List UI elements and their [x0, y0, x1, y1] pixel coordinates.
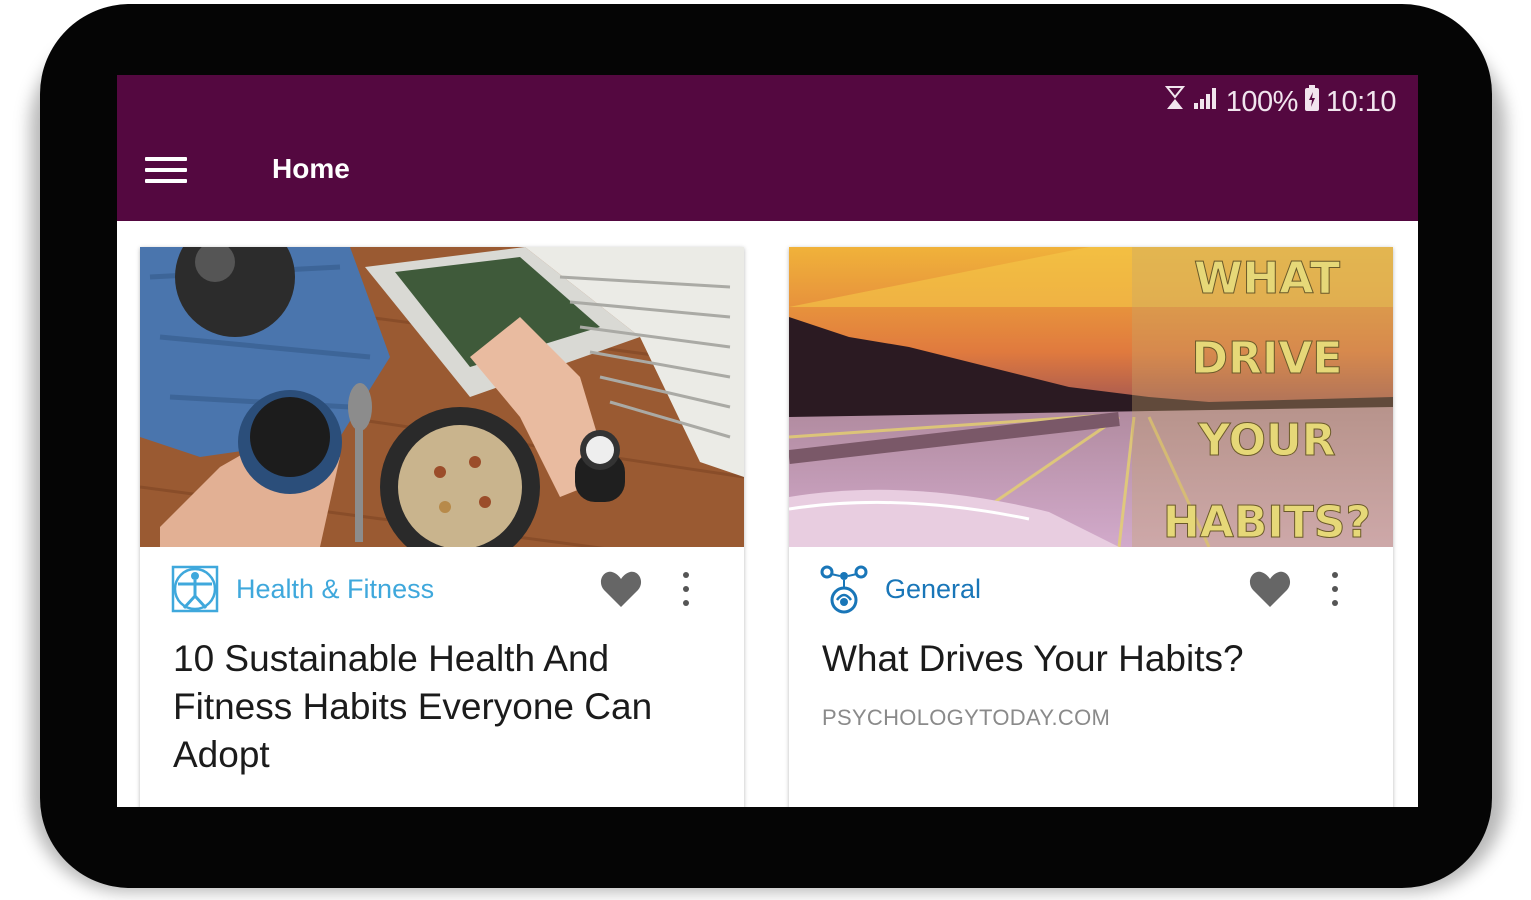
heart-icon[interactable] — [600, 570, 642, 608]
app-bar: 100% 10:10 Home — [117, 75, 1418, 221]
article-image[interactable]: WHAT DRIVE YOUR HABITS? — [789, 247, 1393, 547]
signal-icon — [1192, 85, 1220, 119]
image-overlay-line-3: YOUR — [1197, 415, 1335, 466]
more-vert-icon[interactable] — [676, 570, 696, 608]
category-label[interactable]: Health & Fitness — [170, 564, 434, 614]
article-source: PSYCHOLOGYTODAY.COM — [822, 705, 1111, 730]
battery-icon — [1304, 84, 1320, 120]
category-name: General — [885, 573, 982, 604]
article-card[interactable]: WHAT DRIVE YOUR HABITS? General What Dri… — [789, 247, 1393, 807]
menu-icon[interactable] — [145, 153, 187, 187]
status-time: 10:10 — [1325, 85, 1397, 118]
category-label[interactable]: General — [819, 564, 981, 614]
article-card[interactable]: Health & Fitness 10 Sustainable Health A… — [140, 247, 744, 807]
article-title[interactable]: 10 Sustainable Health And Fitness Habits… — [173, 635, 713, 779]
status-bar: 100% 10:10 — [1164, 84, 1397, 120]
page-title: Home — [272, 153, 350, 184]
image-overlay-line-1: WHAT — [1194, 253, 1340, 304]
brain-network-icon — [819, 564, 869, 614]
article-title[interactable]: What Drives Your Habits? — [822, 635, 1362, 683]
image-overlay-line-4: HABITS? — [1163, 497, 1371, 547]
vitruvian-man-icon — [170, 564, 220, 614]
battery-percent: 100% — [1225, 85, 1299, 118]
wifi-calling-icon — [1164, 85, 1186, 119]
category-name: Health & Fitness — [236, 573, 435, 604]
app-screen: 100% 10:10 Home Health & Fitness 10 Sust… — [117, 75, 1418, 807]
heart-icon[interactable] — [1249, 570, 1291, 608]
article-image[interactable] — [140, 247, 744, 547]
more-vert-icon[interactable] — [1325, 570, 1345, 608]
image-overlay-line-2: DRIVE — [1192, 333, 1343, 384]
